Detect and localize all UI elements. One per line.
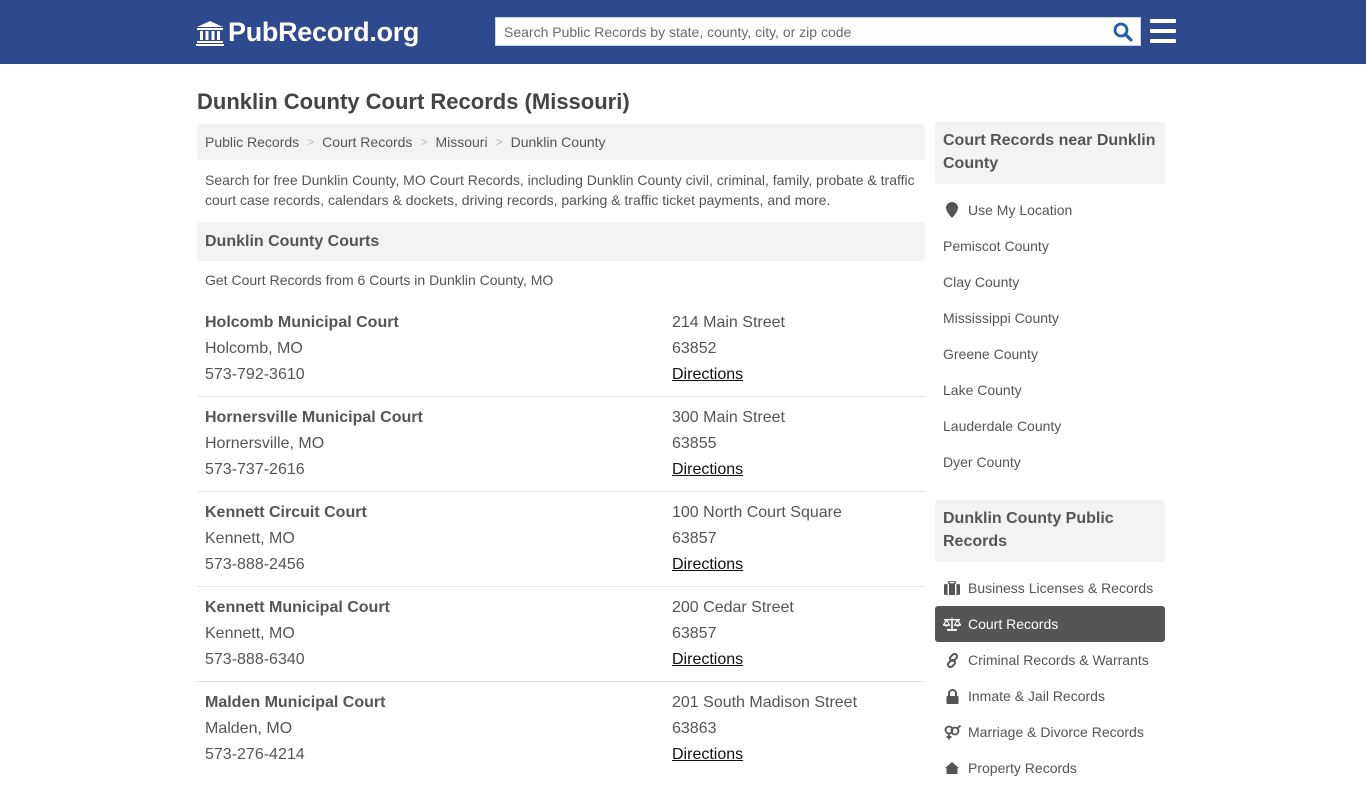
court-phone[interactable]: 573-792-3610 bbox=[205, 362, 672, 388]
main-column: Public Records > Court Records > Missour… bbox=[197, 124, 925, 777]
site-logo[interactable]: PubRecord.org bbox=[196, 17, 419, 48]
court-address: 200 Cedar Street bbox=[672, 599, 794, 616]
court-address: 214 Main Street bbox=[672, 314, 785, 331]
court-item: Hornersville Municipal Court Hornersvill… bbox=[197, 397, 925, 492]
nearby-county-link[interactable]: Lake County bbox=[935, 372, 1165, 408]
court-phone[interactable]: 573-888-6340 bbox=[205, 647, 672, 673]
breadcrumb-separator: > bbox=[307, 135, 315, 149]
intro-text: Search for free Dunklin County, MO Court… bbox=[205, 172, 915, 208]
court-city: Holcomb, MO bbox=[205, 340, 303, 357]
menu-bar bbox=[1150, 19, 1176, 23]
court-item: Holcomb Municipal Court Holcomb, MO 573-… bbox=[197, 302, 925, 397]
courthouse-icon bbox=[196, 20, 224, 46]
court-name: Kennett Municipal Court bbox=[205, 599, 390, 616]
nearby-county-link[interactable]: Clay County bbox=[935, 264, 1165, 300]
sidebar-item-label: Business Licenses & Records bbox=[968, 580, 1154, 596]
court-zip: 63855 bbox=[672, 435, 717, 452]
public-records-list: Business Licenses & Records Court Record… bbox=[935, 570, 1165, 786]
court-zip: 63857 bbox=[672, 625, 717, 642]
nearby-county-link[interactable]: Dyer County bbox=[935, 444, 1165, 480]
court-address: 300 Main Street bbox=[672, 409, 785, 426]
sidebar-item-criminal-records[interactable]: Criminal Records & Warrants bbox=[935, 642, 1165, 678]
breadcrumb-missouri[interactable]: Missouri bbox=[435, 134, 487, 150]
page-title: Dunklin County Court Records (Missouri) bbox=[197, 89, 630, 114]
courts-section-heading: Dunklin County Courts bbox=[197, 222, 925, 261]
nearby-county-link[interactable]: Lauderdale County bbox=[935, 408, 1165, 444]
court-city: Malden, MO bbox=[205, 720, 293, 737]
directions-link[interactable]: Directions bbox=[672, 746, 743, 763]
directions-link[interactable]: Directions bbox=[672, 366, 743, 383]
public-records-heading: Dunklin County Public Records bbox=[935, 500, 1165, 562]
court-city: Kennett, MO bbox=[205, 530, 295, 547]
court-item: Kennett Circuit Court Kennett, MO 573-88… bbox=[197, 492, 925, 587]
gender-icon bbox=[943, 724, 961, 740]
use-my-location-label: Use My Location bbox=[968, 202, 1073, 218]
sidebar-item-marriage-records[interactable]: Marriage & Divorce Records bbox=[935, 714, 1165, 750]
top-navigation-bar: PubRecord.org bbox=[0, 0, 1366, 64]
court-phone[interactable]: 573-737-2616 bbox=[205, 457, 672, 483]
court-phone[interactable]: 573-276-4214 bbox=[205, 742, 672, 768]
court-address: 100 North Court Square bbox=[672, 504, 842, 521]
use-my-location-link[interactable]: Use My Location bbox=[935, 192, 1165, 228]
court-city: Kennett, MO bbox=[205, 625, 295, 642]
search-icon bbox=[1113, 22, 1133, 42]
court-item: Kennett Municipal Court Kennett, MO 573-… bbox=[197, 587, 925, 682]
nearby-county-link[interactable]: Pemiscot County bbox=[935, 228, 1165, 264]
nearby-county-link[interactable]: Greene County bbox=[935, 336, 1165, 372]
search-button[interactable] bbox=[1106, 18, 1140, 45]
nearby-list: Use My Location Pemiscot County Clay Cou… bbox=[935, 192, 1165, 480]
breadcrumb-separator: > bbox=[495, 135, 503, 149]
court-name: Malden Municipal Court bbox=[205, 694, 386, 711]
directions-link[interactable]: Directions bbox=[672, 461, 743, 478]
search-bar bbox=[495, 17, 1141, 46]
sidebar-item-inmate-records[interactable]: Inmate & Jail Records bbox=[935, 678, 1165, 714]
balance-scale-icon bbox=[943, 616, 961, 632]
breadcrumb-separator: > bbox=[420, 135, 428, 149]
sidebar-item-label: Inmate & Jail Records bbox=[968, 688, 1105, 704]
breadcrumb-public-records[interactable]: Public Records bbox=[205, 134, 299, 150]
sidebar: Court Records near Dunklin County Use My… bbox=[935, 122, 1165, 786]
lock-icon bbox=[943, 688, 961, 704]
directions-link[interactable]: Directions bbox=[672, 556, 743, 573]
menu-bar bbox=[1150, 29, 1176, 33]
logo-text: PubRecord.org bbox=[228, 17, 420, 47]
court-zip: 63852 bbox=[672, 340, 717, 357]
sidebar-item-business-licenses[interactable]: Business Licenses & Records bbox=[935, 570, 1165, 606]
sidebar-item-label: Property Records bbox=[968, 760, 1077, 776]
court-name: Holcomb Municipal Court bbox=[205, 314, 399, 331]
court-name: Kennett Circuit Court bbox=[205, 504, 367, 521]
court-address: 201 South Madison Street bbox=[672, 694, 858, 711]
briefcase-icon bbox=[943, 580, 961, 596]
breadcrumb-dunklin-county[interactable]: Dunklin County bbox=[511, 134, 606, 150]
menu-bar bbox=[1150, 39, 1176, 43]
map-marker-icon bbox=[943, 202, 961, 218]
breadcrumb-court-records[interactable]: Court Records bbox=[322, 134, 412, 150]
court-zip: 63863 bbox=[672, 720, 717, 737]
search-input[interactable] bbox=[496, 18, 1106, 45]
court-item: Malden Municipal Court Malden, MO 573-27… bbox=[197, 682, 925, 777]
sidebar-item-property-records[interactable]: Property Records bbox=[935, 750, 1165, 786]
home-icon bbox=[943, 760, 961, 776]
courts-list: Holcomb Municipal Court Holcomb, MO 573-… bbox=[197, 302, 925, 777]
directions-link[interactable]: Directions bbox=[672, 651, 743, 668]
sidebar-item-label: Criminal Records & Warrants bbox=[968, 652, 1149, 668]
court-zip: 63857 bbox=[672, 530, 717, 547]
nearby-heading: Court Records near Dunklin County bbox=[935, 122, 1165, 184]
breadcrumb: Public Records > Court Records > Missour… bbox=[197, 124, 925, 160]
hamburger-menu-button[interactable] bbox=[1150, 19, 1176, 43]
sidebar-item-label: Court Records bbox=[968, 616, 1059, 632]
link-icon bbox=[943, 652, 961, 668]
court-name: Hornersville Municipal Court bbox=[205, 409, 423, 426]
nearby-county-link[interactable]: Mississippi County bbox=[935, 300, 1165, 336]
sidebar-item-label: Marriage & Divorce Records bbox=[968, 724, 1144, 740]
sidebar-item-court-records[interactable]: Court Records bbox=[935, 606, 1165, 642]
courts-section-subheading: Get Court Records from 6 Courts in Dunkl… bbox=[205, 272, 554, 288]
court-phone[interactable]: 573-888-2456 bbox=[205, 552, 672, 578]
court-city: Hornersville, MO bbox=[205, 435, 325, 452]
